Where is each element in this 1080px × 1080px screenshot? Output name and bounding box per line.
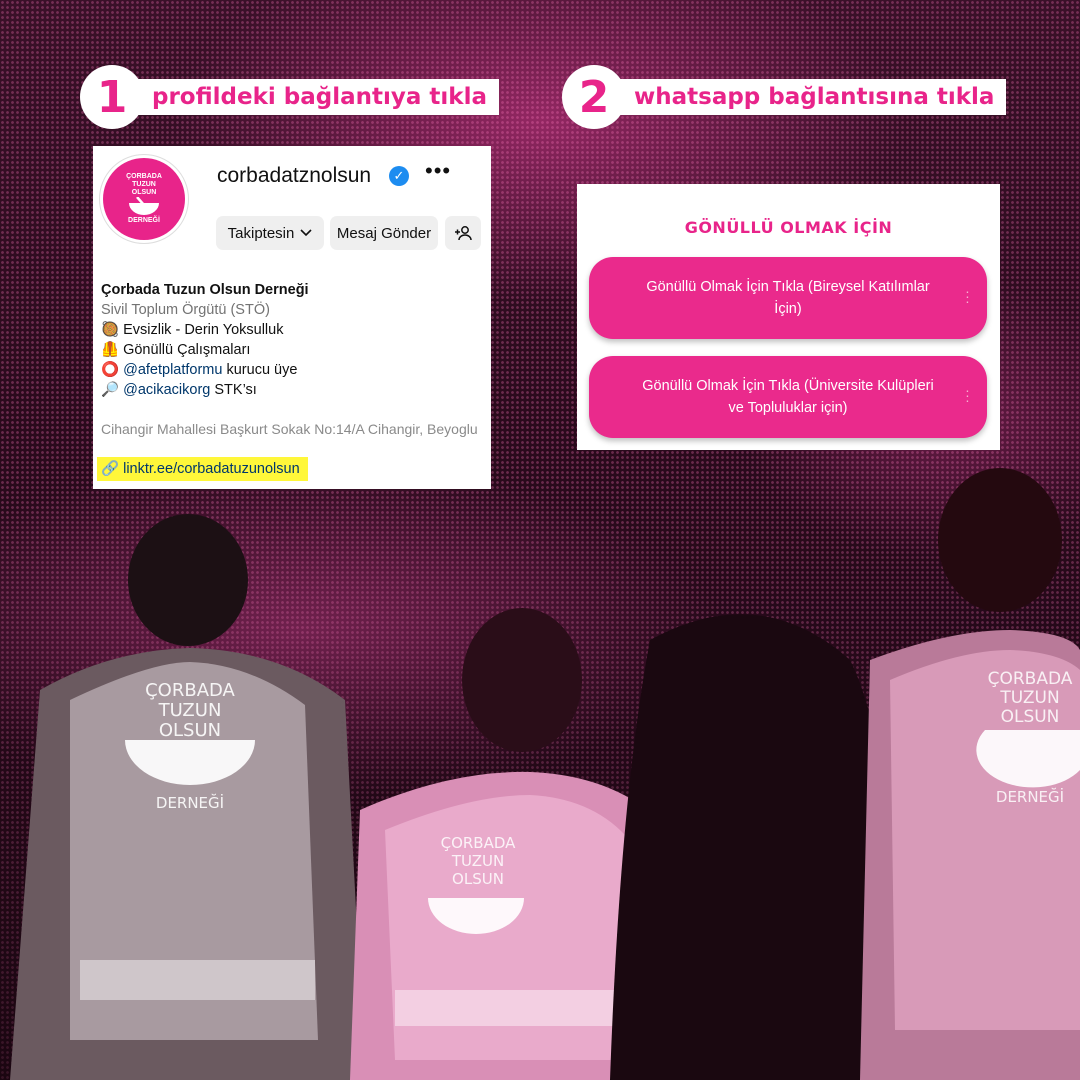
step-1-number: 1 bbox=[80, 65, 144, 129]
volunteer-individual-button[interactable]: Gönüllü Olmak İçin Tıkla (Bireysel Katıl… bbox=[589, 257, 987, 339]
profile-address: Cihangir Mahallesi Başkurt Sokak No:14/A… bbox=[101, 421, 478, 437]
svg-text:TUZUN: TUZUN bbox=[158, 700, 222, 721]
svg-text:DERNEĞİ: DERNEĞİ bbox=[156, 793, 224, 812]
profile-link[interactable]: 🔗 linktr.ee/corbadatuzunolsun bbox=[97, 457, 308, 481]
add-user-button[interactable] bbox=[445, 216, 481, 250]
mention-link[interactable]: @afetplatformu bbox=[123, 362, 222, 378]
linktree-card: GÖNÜLLÜ OLMAK İÇİN Gönüllü Olmak İçin Tı… bbox=[577, 184, 1000, 450]
step-2-number: 2 bbox=[562, 65, 626, 129]
svg-text:TUZUN: TUZUN bbox=[451, 852, 504, 870]
profile-bio: Çorbada Tuzun Olsun Derneği Sivil Toplum… bbox=[101, 280, 309, 400]
step-1-label: profildeki bağlantıya tıkla bbox=[130, 79, 499, 115]
svg-text:DERNEĞİ: DERNEĞİ bbox=[996, 787, 1064, 806]
step-2-badge: 2 whatsapp bağlantısına tıkla bbox=[562, 65, 1007, 129]
more-vertical-icon[interactable]: · · · bbox=[965, 383, 970, 407]
bio-name: Çorbada Tuzun Olsun Derneği bbox=[101, 282, 309, 298]
more-options-icon[interactable]: ••• bbox=[425, 158, 451, 184]
soup-bowl-icon bbox=[129, 197, 159, 215]
svg-text:OLSUN: OLSUN bbox=[452, 870, 504, 888]
bio-line: ⭕ @afetplatformu kurucu üye bbox=[101, 362, 298, 378]
poster-canvas: ÇORBADA TUZUN OLSUN DERNEĞİ ÇORBADA TUZU… bbox=[0, 0, 1080, 1080]
bio-line: 🥘 Evsizlik - Derin Yoksulluk bbox=[101, 322, 284, 338]
chevron-down-icon bbox=[300, 229, 312, 237]
svg-text:OLSUN: OLSUN bbox=[159, 720, 221, 741]
bio-line: 🔎 @acikacikorg STK’sı bbox=[101, 382, 257, 398]
link-icon: 🔗 bbox=[101, 461, 120, 477]
svg-text:ÇORBADA: ÇORBADA bbox=[988, 669, 1073, 689]
add-person-icon bbox=[455, 226, 472, 241]
instagram-profile-card: ÇORBADA TUZUN OLSUN DERNEĞİ corbadatznol… bbox=[93, 146, 491, 489]
avatar-logo: ÇORBADA TUZUN OLSUN DERNEĞİ bbox=[103, 158, 185, 240]
linktree-section-title: GÖNÜLLÜ OLMAK İÇİN bbox=[684, 218, 893, 237]
bio-category: Sivil Toplum Örgütü (STÖ) bbox=[101, 302, 270, 318]
svg-text:ÇORBADA: ÇORBADA bbox=[441, 834, 517, 852]
svg-text:OLSUN: OLSUN bbox=[1001, 707, 1060, 727]
mention-link[interactable]: @acikacikorg bbox=[123, 382, 210, 398]
step-1-badge: 1 profildeki bağlantıya tıkla bbox=[80, 65, 499, 129]
step-2-label: whatsapp bağlantısına tıkla bbox=[612, 79, 1007, 115]
profile-username: corbadatznolsun bbox=[217, 164, 372, 187]
more-vertical-icon[interactable]: · · · bbox=[965, 284, 970, 308]
svg-text:ÇORBADA: ÇORBADA bbox=[145, 680, 235, 701]
volunteer-university-button[interactable]: Gönüllü Olmak İçin Tıkla (Üniversite Kul… bbox=[589, 356, 987, 438]
verified-badge-icon: ✓ bbox=[389, 166, 409, 186]
bio-line: 🦺 Gönüllü Çalışmaları bbox=[101, 342, 251, 358]
following-button[interactable]: Takiptesin bbox=[216, 216, 324, 250]
message-button[interactable]: Mesaj Gönder bbox=[330, 216, 438, 250]
svg-text:TUZUN: TUZUN bbox=[999, 688, 1059, 708]
avatar[interactable]: ÇORBADA TUZUN OLSUN DERNEĞİ bbox=[99, 154, 189, 244]
